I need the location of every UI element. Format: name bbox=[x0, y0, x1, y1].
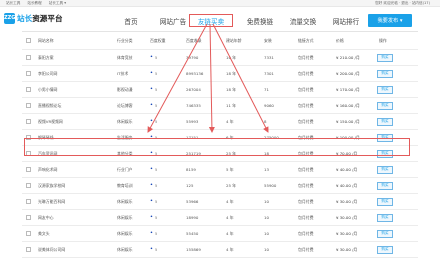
arrow-to-row-middle bbox=[208, 23, 215, 133]
arrow-to-row-left bbox=[147, 23, 208, 133]
page: 站长工具 站长教程 站长工具 ▾ 您好 欢迎光临 · 退出 · 站内信(17) … bbox=[0, 0, 440, 260]
arrow-to-row-right bbox=[212, 23, 269, 133]
annotation-arrows bbox=[147, 23, 269, 133]
